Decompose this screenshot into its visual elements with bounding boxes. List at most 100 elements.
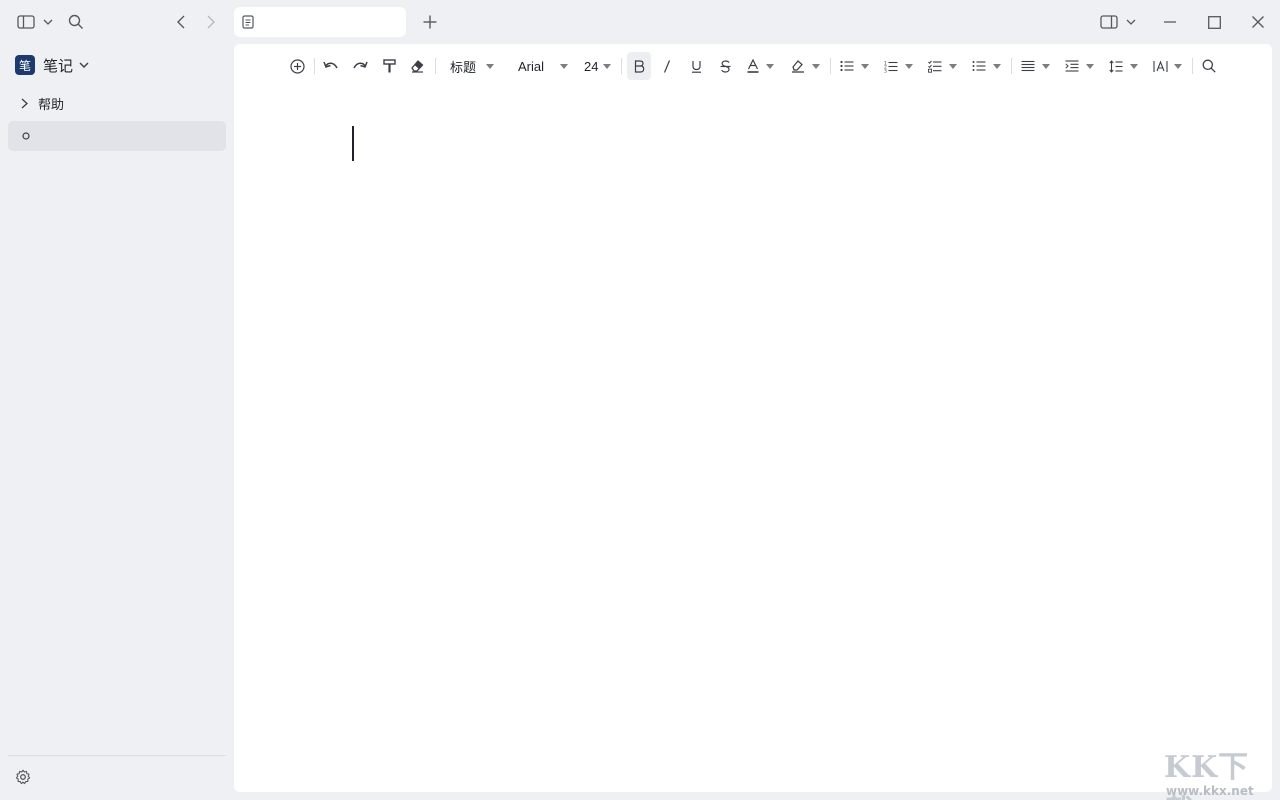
divider (8, 755, 226, 756)
toolbar-separator (621, 58, 622, 74)
italic-button[interactable] (656, 52, 678, 80)
notebook-name: 笔记 (43, 57, 74, 75)
chevron-left-icon (177, 15, 185, 29)
redo-button[interactable] (349, 52, 371, 80)
sidebar-icon (17, 15, 35, 29)
caret-down-icon (1130, 63, 1138, 69)
caret-down-icon (603, 63, 612, 69)
text-cursor (352, 126, 354, 161)
find-button[interactable] (1198, 52, 1220, 80)
numbered-list-button[interactable]: 123 (882, 52, 918, 80)
tree-item-help[interactable]: 帮助 (8, 88, 226, 118)
plus-circle-icon (289, 58, 305, 74)
caret-down-icon (560, 63, 569, 69)
search-icon (68, 14, 84, 30)
back-button[interactable] (170, 8, 192, 36)
settings-button[interactable] (14, 768, 32, 786)
numbered-list-icon: 123 (884, 60, 898, 73)
caret-down-icon (1042, 63, 1050, 69)
clear-format-button[interactable] (406, 52, 428, 80)
underline-icon (691, 60, 702, 73)
underline-button[interactable] (685, 52, 707, 80)
text-direction-button[interactable] (1151, 52, 1187, 80)
document-icon (242, 15, 254, 29)
indent-button[interactable] (1063, 52, 1099, 80)
toolbar-separator (1011, 58, 1012, 74)
text-spacing-icon (1153, 59, 1168, 73)
checklist-icon (928, 59, 942, 73)
chevron-right-icon (16, 98, 32, 109)
caret-down-icon (766, 63, 774, 69)
chevron-down-icon (1126, 19, 1136, 25)
sidebar-toggle-button[interactable] (12, 8, 58, 36)
font-select-value: Arial (518, 58, 545, 74)
chevron-down-icon (43, 19, 53, 25)
undo-icon (323, 60, 339, 72)
bullet-list-icon (840, 60, 854, 72)
highlight-color-button[interactable] (787, 52, 825, 80)
caret-down-icon (1086, 63, 1094, 69)
undo-button[interactable] (320, 52, 342, 80)
list-icon (972, 60, 986, 72)
paint-roller-icon (382, 59, 396, 73)
align-justify-icon (1021, 60, 1035, 72)
circle-icon (18, 132, 34, 140)
tree-item-untitled[interactable] (8, 121, 226, 151)
caret-down-icon (993, 63, 1001, 69)
close-button[interactable] (1246, 8, 1270, 36)
toolbar-separator (314, 58, 315, 74)
italic-icon (663, 59, 671, 73)
font-color-button[interactable] (743, 52, 779, 80)
right-panel-icon (1100, 15, 1118, 29)
caret-down-icon (486, 63, 495, 69)
toolbar-separator (1192, 58, 1193, 74)
format-painter-button[interactable] (378, 52, 400, 80)
insert-button[interactable] (286, 52, 308, 80)
toolbar-separator (435, 58, 436, 74)
gear-icon (15, 769, 31, 785)
minimize-button[interactable] (1158, 8, 1182, 36)
heading-select[interactable]: 标题 (446, 52, 498, 80)
watermark: KK下载 www.kkx.net (1160, 742, 1280, 800)
caret-down-icon (812, 63, 820, 69)
search-button[interactable] (64, 8, 88, 36)
maximize-button[interactable] (1202, 8, 1226, 36)
layout-toggle-button[interactable] (1096, 8, 1140, 36)
font-size-select[interactable]: 24 (582, 52, 616, 80)
svg-text:3: 3 (884, 68, 887, 73)
multilevel-list-button[interactable] (970, 52, 1006, 80)
title-bar (0, 0, 1280, 44)
font-color-icon (747, 59, 759, 73)
plus-icon (423, 15, 437, 29)
bold-button[interactable] (627, 52, 651, 80)
caret-down-icon (861, 63, 869, 69)
chevron-right-icon (207, 15, 215, 29)
notebook-switcher[interactable]: 笔 笔记 (15, 54, 89, 76)
forward-button[interactable] (200, 8, 222, 36)
line-spacing-button[interactable] (1107, 52, 1143, 80)
indent-icon (1065, 60, 1079, 72)
strikethrough-button[interactable] (714, 52, 736, 80)
tab-document[interactable] (234, 7, 406, 37)
notebook-badge: 笔 (15, 55, 35, 75)
editor-content[interactable] (352, 126, 1152, 726)
highlighter-icon (791, 59, 805, 73)
font-select[interactable]: Arial (516, 52, 570, 80)
caret-down-icon (1174, 63, 1182, 69)
heading-select-value: 标题 (450, 59, 477, 75)
sidebar: 笔 笔记 帮助 (0, 44, 234, 800)
close-icon (1252, 16, 1264, 28)
watermark-url: www.kkx.net (1166, 784, 1254, 798)
line-height-icon (1109, 59, 1123, 73)
caret-down-icon (949, 63, 957, 69)
format-toolbar: 标题 Arial 24 1 2 3 (234, 52, 1272, 80)
toolbar-separator (830, 58, 831, 74)
new-tab-button[interactable] (418, 8, 442, 36)
redo-icon (352, 60, 368, 72)
checklist-button[interactable] (926, 52, 962, 80)
align-button[interactable] (1019, 52, 1055, 80)
strikethrough-icon (720, 59, 731, 73)
caret-down-icon (905, 63, 913, 69)
search-icon (1202, 59, 1216, 73)
bullet-list-button[interactable] (838, 52, 874, 80)
